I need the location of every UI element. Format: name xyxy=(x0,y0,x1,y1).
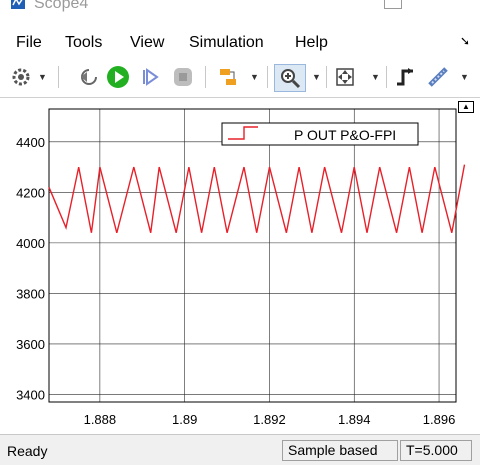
chevron-down-icon[interactable]: ▼ xyxy=(38,72,47,82)
x-tick-label: 1.892 xyxy=(253,412,286,427)
toolbar-divider xyxy=(267,66,268,88)
y-tick-label: 3400 xyxy=(16,387,45,402)
toolbar: ▼ ▼ ▼ ▼ ▼ xyxy=(0,60,480,94)
step-back-icon[interactable] xyxy=(76,64,102,90)
signal-selector-icon[interactable] xyxy=(216,64,242,90)
toolbar-divider xyxy=(386,66,387,88)
minimize-icon[interactable] xyxy=(384,0,402,9)
legend-series-label: P OUT P&O-FPI xyxy=(294,127,396,143)
chevron-down-icon[interactable]: ▼ xyxy=(460,72,469,82)
dock-arrow-icon[interactable]: ➘ xyxy=(460,34,470,48)
close-chevron-icon[interactable]: ⌃ xyxy=(430,0,445,13)
stop-icon[interactable] xyxy=(170,64,196,90)
x-axis-ticks: 1.888 1.89 1.892 1.894 1.896 xyxy=(84,412,456,427)
scope-app-icon xyxy=(11,0,25,9)
y-axis-ticks: 4400 4200 4000 3800 3600 3400 xyxy=(16,135,45,403)
y-tick-label: 4000 xyxy=(16,236,45,251)
window-titlebar: Scope4 ⌃ xyxy=(0,0,480,22)
cursor-measure-icon[interactable] xyxy=(425,64,451,90)
scope-plot: 440042004000380036003400 1.888 1.89 1.892 1… xyxy=(16,108,466,427)
simulation-time-status: T=5.000 xyxy=(400,440,472,461)
plot-grid xyxy=(49,109,456,402)
chevron-down-icon[interactable]: ▼ xyxy=(312,72,321,82)
menu-file[interactable]: File xyxy=(16,34,42,52)
y-tick-label: 4400 xyxy=(16,135,45,150)
y-tick-label: 3800 xyxy=(16,286,45,301)
chevron-down-icon[interactable]: ▼ xyxy=(371,72,380,82)
toolbar-divider xyxy=(326,66,327,88)
y-tick-label: 4200 xyxy=(16,185,45,200)
menu-simulation[interactable]: Simulation xyxy=(189,34,264,52)
x-tick-label: 1.896 xyxy=(423,412,456,427)
sampling-mode-status: Sample based xyxy=(282,440,398,461)
window-title: Scope4 xyxy=(34,0,89,12)
gear-icon[interactable] xyxy=(8,64,34,90)
menu-tools[interactable]: Tools xyxy=(65,34,102,52)
zoom-in-icon[interactable] xyxy=(274,64,306,92)
legend[interactable]: P OUT P&O-FPI xyxy=(221,122,419,146)
run-icon[interactable] xyxy=(105,64,131,90)
triggers-icon[interactable] xyxy=(392,64,418,90)
chevron-down-icon[interactable]: ▼ xyxy=(250,72,259,82)
fit-view-icon[interactable] xyxy=(332,64,358,90)
status-bar: Ready Sample based T=5.000 xyxy=(0,434,480,465)
status-ready-text: Ready xyxy=(7,443,48,459)
menu-bar: File Tools View Simulation Help ➘ xyxy=(0,30,480,58)
axes-frame xyxy=(48,108,457,403)
toolbar-divider xyxy=(58,66,59,88)
x-tick-label: 1.888 xyxy=(84,412,117,427)
toolbar-divider xyxy=(205,66,206,88)
signal-trace xyxy=(48,164,466,233)
y-tick-label: 3600 xyxy=(16,337,45,352)
menu-view[interactable]: View xyxy=(130,34,164,52)
x-tick-label: 1.89 xyxy=(172,412,197,427)
x-tick-label: 1.894 xyxy=(338,412,371,427)
menu-help[interactable]: Help xyxy=(295,34,328,52)
step-forward-icon[interactable] xyxy=(137,64,163,90)
